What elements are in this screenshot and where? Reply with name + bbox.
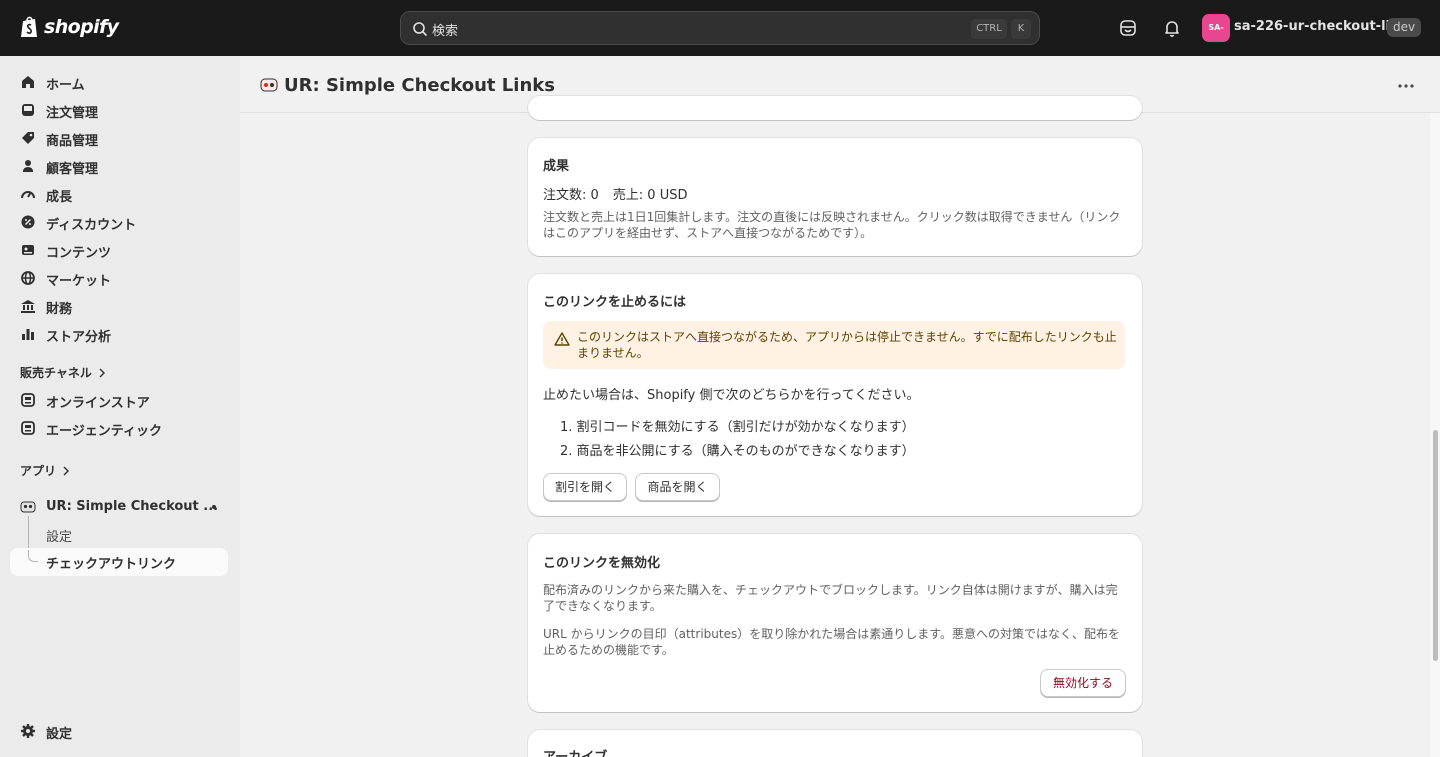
sidebar-item-agentic[interactable]: エージェンティック [10, 414, 228, 442]
inbox-icon [22, 104, 34, 116]
store-icon [21, 421, 35, 435]
sidebar-item-markets[interactable]: マーケット [10, 264, 228, 292]
open-product-button[interactable]: 商品を開く [635, 473, 720, 501]
results-card: 成果 注文数: 0 売上: 0 USD 注文数と売上は1日1回集計します。注文の直… [528, 138, 1142, 256]
results-note: 注文数と売上は1日1回集計します。注文の直後には反映されません。クリック数は取得… [543, 210, 1121, 240]
shopify-bag-icon [21, 16, 37, 37]
results-title: 成果 [543, 159, 570, 174]
sales-channels-heading[interactable]: 販売チャネル [20, 364, 106, 381]
gauge-icon [21, 191, 35, 199]
sidebar-item-label: 顧客管理 [46, 162, 99, 177]
gear-icon [21, 724, 35, 738]
sidebar-item-label: 設定 [46, 727, 73, 742]
app-icon [260, 78, 278, 92]
store-avatar[interactable]: SA- [1202, 14, 1230, 42]
bell-icon[interactable] [1162, 18, 1182, 38]
archive-card: アーカイブ [528, 730, 1142, 757]
sidebar-item-content[interactable]: コンテンツ [10, 236, 228, 264]
stop-link-title: このリンクを止めるには [543, 295, 687, 310]
sidebar-item-label: UR: Simple Checkout ... [46, 499, 219, 514]
search-input[interactable]: 検索 CTRL K [400, 11, 1040, 45]
sidebar-item-label: コンテンツ [46, 246, 112, 261]
stop-link-card: このリンクを止めるには このリンクはストアへ直接つながるため、アプリからは停止で… [528, 274, 1142, 516]
sidebar-item-customers[interactable]: 顧客管理 [10, 152, 228, 180]
globe-icon [21, 271, 35, 285]
shortcut-ctrl-key: CTRL [971, 19, 1007, 39]
tree-hook [28, 550, 38, 562]
store-assistant-icon[interactable] [1118, 18, 1138, 38]
sidebar: ホーム 注文管理 商品管理 顧客管理 成長 ディスカウント コンテンツ マーケッ… [0, 56, 240, 757]
more-horizontal-icon[interactable] [1396, 76, 1416, 96]
scrollbar-thumb[interactable] [1433, 430, 1438, 661]
sidebar-item-label: エージェンティック [46, 424, 162, 439]
sidebar-item-app[interactable]: UR: Simple Checkout ... [10, 493, 228, 521]
sidebar-item-orders[interactable]: 注文管理 [10, 96, 228, 124]
sidebar-item-label: 商品管理 [46, 134, 99, 149]
sidebar-item-label: ストア分析 [46, 330, 112, 345]
archive-title: アーカイブ [543, 746, 607, 757]
sidebar-item-discounts[interactable]: ディスカウント [10, 208, 228, 236]
apps-label: アプリ [20, 464, 57, 478]
sales-amount: 売上: 0 USD [612, 188, 688, 203]
bank-icon [21, 300, 35, 313]
person-icon [23, 160, 33, 172]
dev-badge: dev [1387, 18, 1422, 37]
warning-icon [554, 332, 570, 346]
sidebar-item-online-store[interactable]: オンラインストア [10, 386, 228, 414]
sidebar-subitem-settings[interactable]: 設定 [46, 526, 72, 545]
app-pin-dot [212, 505, 216, 509]
sidebar-item-finance[interactable]: 財務 [10, 292, 228, 320]
shopify-logo[interactable]: shopify [20, 15, 119, 39]
chevron-right-icon [63, 466, 70, 475]
sidebar-item-label: マーケット [46, 274, 112, 289]
sidebar-item-label: オンラインストア [46, 396, 150, 411]
sidebar-item-settings[interactable]: 設定 [10, 717, 228, 745]
tag-icon [22, 132, 34, 144]
sidebar-item-analytics[interactable]: ストア分析 [10, 320, 228, 348]
chevron-right-icon [99, 368, 105, 377]
warning-banner: このリンクはストアへ直接つながるため、アプリからは停止できません。すでに配布した… [543, 321, 1125, 369]
warning-text: このリンクはストアへ直接つながるため、アプリからは停止できません。すでに配布した… [577, 330, 1117, 360]
sidebar-item-home[interactable]: ホーム [10, 68, 228, 96]
sidebar-item-products[interactable]: 商品管理 [10, 124, 228, 152]
home-icon [22, 76, 34, 88]
disable-link-title: このリンクを無効化 [543, 556, 661, 571]
sidebar-subitem-checkout-links[interactable]: チェックアウトリンク [46, 553, 176, 572]
previous-card [528, 96, 1142, 120]
sidebar-item-label: 成長 [46, 190, 73, 205]
disable-button[interactable]: 無効化する [1040, 669, 1126, 697]
app-icon [20, 501, 36, 513]
logo-text: shopify [44, 16, 119, 38]
results-stats: 注文数: 0 売上: 0 USD [543, 184, 688, 203]
bar-chart-icon [22, 329, 34, 340]
disable-desc-2: URL からリンクの目印（attributes）を取り除かれた場合は素通りします… [543, 627, 1121, 657]
stop-step-1: 1. 割引コードを無効にする（割引だけが効かなくなります） [560, 420, 915, 435]
sales-channels-label: 販売チャネル [20, 366, 92, 380]
search-placeholder: 検索 [432, 24, 459, 39]
search-icon [413, 22, 427, 36]
store-icon [21, 393, 35, 407]
shortcut-k-key: K [1011, 19, 1031, 39]
orders-count: 注文数: 0 [543, 188, 599, 203]
discount-icon [21, 215, 35, 229]
sidebar-item-label: ディスカウント [46, 218, 137, 233]
stop-intro: 止めたい場合は、Shopify 側で次のどちらかを行ってください。 [543, 388, 920, 403]
sidebar-item-growth[interactable]: 成長 [10, 180, 228, 208]
content-icon [22, 245, 34, 255]
apps-heading[interactable]: アプリ [20, 462, 70, 479]
disable-desc-1: 配布済みのリンクから来た購入を、チェックアウトでブロックします。リンク自体は開け… [543, 583, 1118, 613]
disable-link-card: このリンクを無効化 配布済みのリンクから来た購入を、チェックアウトでブロックしま… [528, 534, 1142, 712]
sidebar-item-label: 注文管理 [46, 106, 99, 121]
page-title: UR: Simple Checkout Links [284, 75, 555, 96]
main-content: UR: Simple Checkout Links 成果 注文数: 0 売上: 0… [240, 56, 1440, 757]
sidebar-item-label: ホーム [46, 78, 85, 93]
sidebar-item-label: 財務 [46, 302, 73, 317]
stop-step-2: 2. 商品を非公開にする（購入そのものができなくなります） [560, 444, 915, 459]
open-discount-button[interactable]: 割引を開く [543, 473, 627, 501]
top-bar: shopify 検索 CTRL K SA- sa-226-ur-checkout… [0, 0, 1440, 56]
